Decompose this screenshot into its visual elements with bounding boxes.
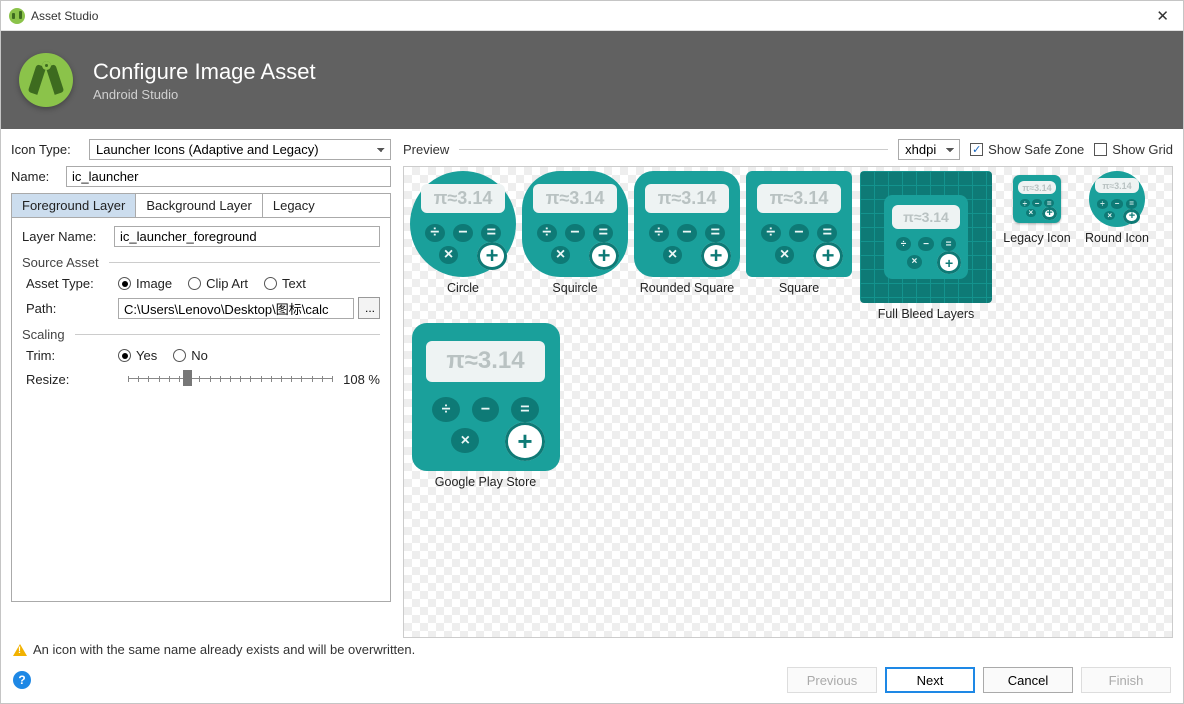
resize-value: 108 %: [343, 372, 380, 387]
android-studio-icon: [19, 53, 73, 107]
preview-rounded-square: π≈3.14÷−=×+ Rounded Square: [632, 171, 742, 321]
tab-legacy[interactable]: Legacy: [263, 194, 325, 217]
banner: Configure Image Asset Android Studio: [1, 31, 1183, 129]
window-root: { "titlebar": { "title": "Asset Studio" …: [0, 0, 1184, 704]
help-icon[interactable]: ?: [13, 671, 31, 689]
preview-squircle: π≈3.14÷−=×+ Squircle: [520, 171, 630, 321]
asset-type-label: Asset Type:: [26, 276, 118, 291]
preview-round-icon: π≈3.14÷−=×+ Round Icon: [1078, 171, 1156, 321]
footer: ? Previous Next Cancel Finish: [1, 657, 1183, 703]
density-select[interactable]: xhdpi: [898, 139, 960, 160]
preview-google-play: π≈3.14÷−=×+ Google Play Store: [408, 323, 563, 489]
show-safe-zone-checkbox[interactable]: Show Safe Zone: [970, 142, 1084, 157]
preview-label: Preview: [403, 142, 449, 157]
finish-button[interactable]: Finish: [1081, 667, 1171, 693]
asset-type-image[interactable]: Image: [118, 276, 172, 291]
window-title: Asset Studio: [31, 9, 98, 23]
banner-subtitle: Android Studio: [93, 87, 316, 102]
warning-row: An icon with the same name already exist…: [1, 638, 1183, 657]
foreground-panel: Layer Name: Source Asset Asset Type: Ima…: [11, 218, 391, 602]
preview-panel: Preview xhdpi Show Safe Zone Show Grid π…: [403, 139, 1173, 638]
app-icon: [9, 8, 25, 24]
trim-label: Trim:: [26, 348, 118, 363]
tab-background[interactable]: Background Layer: [136, 194, 263, 217]
icon-type-select[interactable]: Launcher Icons (Adaptive and Legacy): [89, 139, 391, 160]
asset-type-clipart[interactable]: Clip Art: [188, 276, 248, 291]
body: Icon Type: Launcher Icons (Adaptive and …: [1, 129, 1183, 638]
browse-button[interactable]: ...: [358, 297, 380, 319]
layer-tabs: Foreground Layer Background Layer Legacy: [11, 193, 391, 218]
icon-type-label: Icon Type:: [11, 142, 89, 157]
banner-title: Configure Image Asset: [93, 59, 316, 85]
layer-name-label: Layer Name:: [22, 229, 114, 244]
asset-type-text[interactable]: Text: [264, 276, 306, 291]
source-asset-heading: Source Asset: [22, 255, 99, 270]
cancel-button[interactable]: Cancel: [983, 667, 1073, 693]
scaling-heading: Scaling: [22, 327, 65, 342]
trim-no[interactable]: No: [173, 348, 208, 363]
preview-legacy-icon: π≈3.14÷−=×+ Legacy Icon: [998, 171, 1076, 321]
warning-text: An icon with the same name already exist…: [33, 642, 415, 657]
config-panel: Icon Type: Launcher Icons (Adaptive and …: [11, 139, 391, 638]
resize-label: Resize:: [26, 372, 118, 387]
path-input[interactable]: [118, 298, 354, 319]
titlebar: Asset Studio ✕: [1, 1, 1183, 31]
name-input[interactable]: [66, 166, 391, 187]
next-button[interactable]: Next: [885, 667, 975, 693]
preview-area: π≈3.14÷−=×+ Circle π≈3.14÷−=×+ Squircle …: [403, 166, 1173, 638]
path-label: Path:: [26, 301, 118, 316]
previous-button[interactable]: Previous: [787, 667, 877, 693]
preview-square: π≈3.14÷−=×+ Square: [744, 171, 854, 321]
show-grid-checkbox[interactable]: Show Grid: [1094, 142, 1173, 157]
trim-yes[interactable]: Yes: [118, 348, 157, 363]
layer-name-input[interactable]: [114, 226, 380, 247]
close-icon[interactable]: ✕: [1150, 7, 1175, 25]
resize-slider[interactable]: [128, 369, 333, 389]
preview-circle: π≈3.14÷−=×+ Circle: [408, 171, 518, 321]
warning-icon: [13, 644, 27, 656]
name-label: Name:: [11, 169, 66, 184]
preview-full-bleed: π≈3.14÷−=×+ Full Bleed Layers: [856, 171, 996, 321]
tab-foreground[interactable]: Foreground Layer: [12, 194, 136, 217]
